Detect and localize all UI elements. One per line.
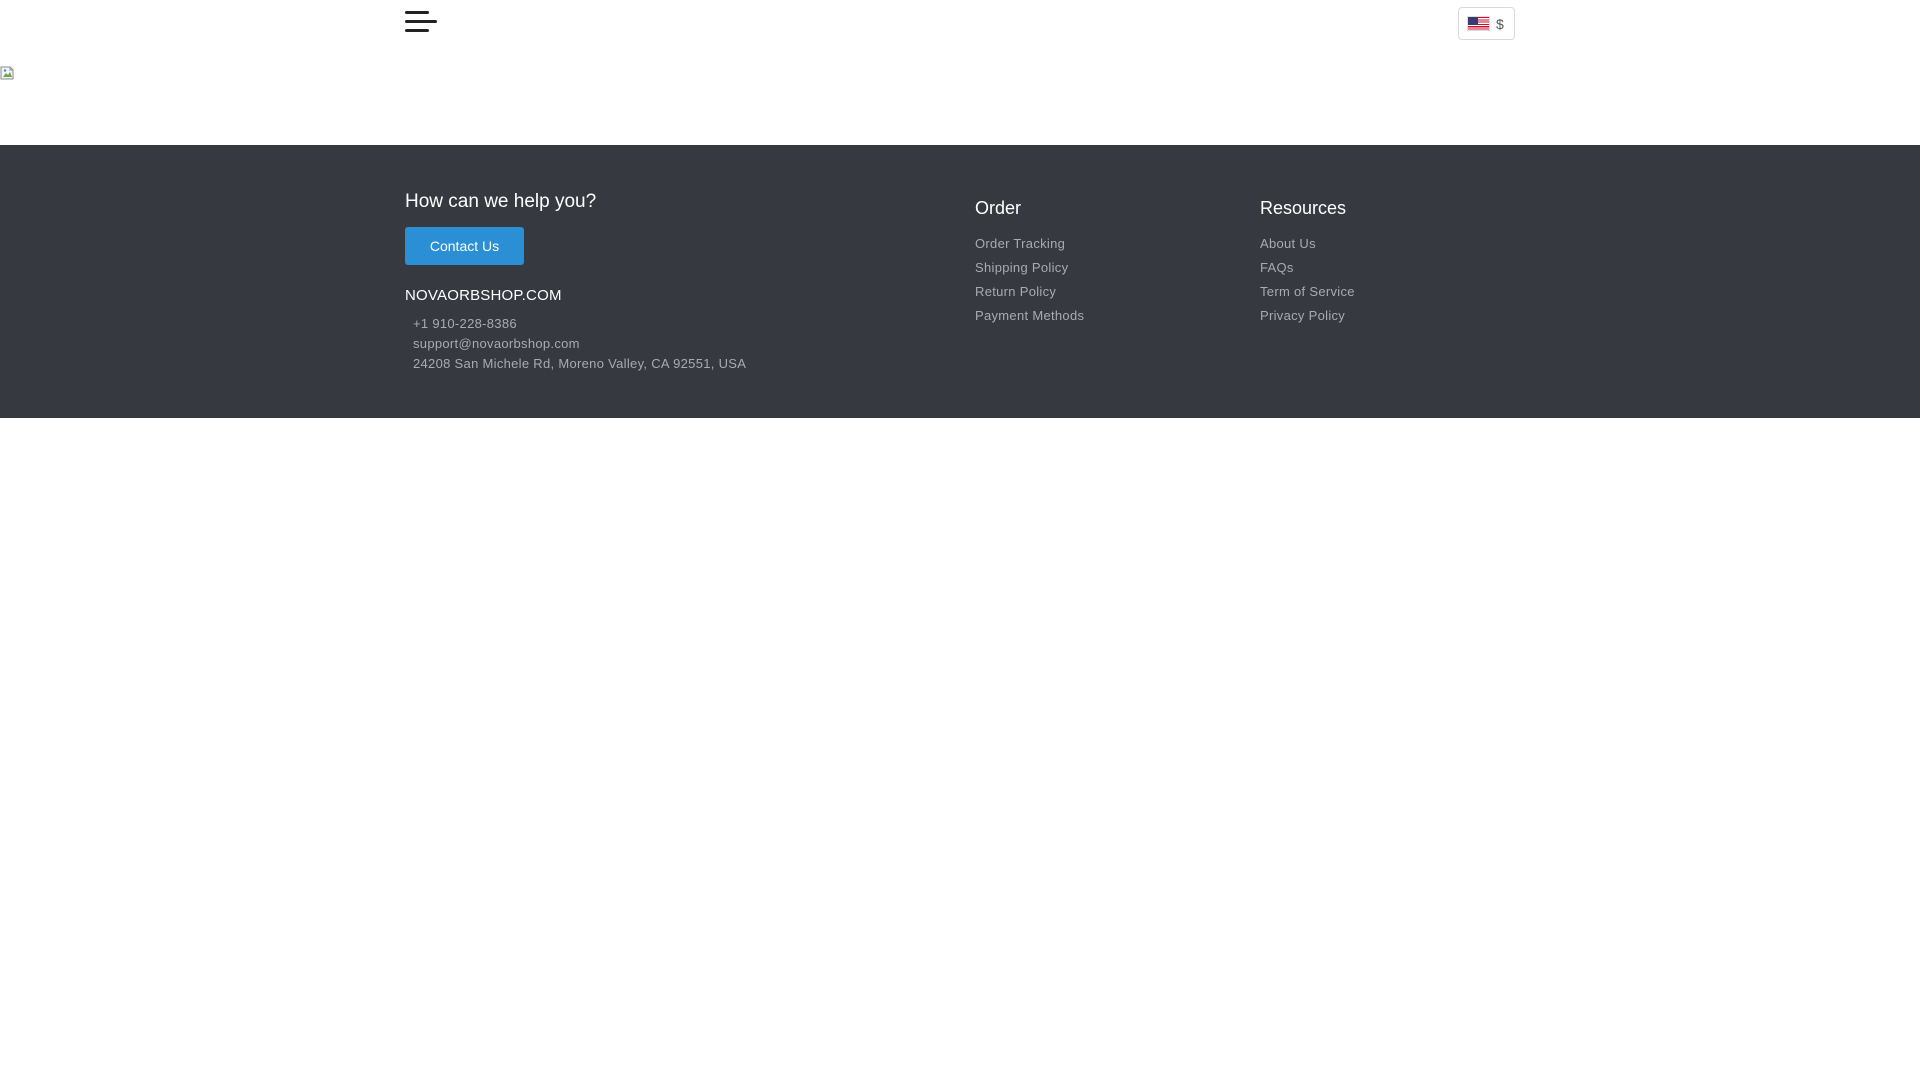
link-payment-methods[interactable]: Payment Methods [975,304,1084,328]
contact-us-button[interactable]: Contact Us [405,227,524,265]
link-shipping-policy[interactable]: Shipping Policy [975,256,1084,280]
contact-info: +1 910-228-8386 support@novaorbshop.com … [413,314,746,374]
email-address[interactable]: support@novaorbshop.com [413,334,746,354]
link-term-of-service[interactable]: Term of Service [1260,280,1355,304]
link-about-us[interactable]: About Us [1260,232,1355,256]
us-flag-icon [1467,16,1490,31]
currency-selector[interactable]: $ [1458,7,1515,40]
broken-image-icon [0,66,16,82]
link-return-policy[interactable]: Return Policy [975,280,1084,304]
currency-symbol: $ [1496,15,1504,32]
site-header: $ [0,0,1920,48]
help-title: How can we help you? [405,191,597,212]
phone-number[interactable]: +1 910-228-8386 [413,314,746,334]
order-column: Order Order Tracking Shipping Policy Ret… [975,198,1084,328]
resources-title: Resources [1260,198,1347,218]
site-footer: How can we help you? Contact Us NOVAORBS… [0,145,1920,418]
brand-name: NOVAORBSHOP.COM [405,287,562,304]
link-faqs[interactable]: FAQs [1260,256,1355,280]
resources-column: Resources About Us FAQs Term of Service … [1260,198,1355,328]
link-order-tracking[interactable]: Order Tracking [975,232,1084,256]
link-privacy-policy[interactable]: Privacy Policy [1260,304,1355,328]
street-address: 24208 San Michele Rd, Moreno Valley, CA … [413,356,747,371]
order-title: Order [975,198,1022,218]
hamburger-menu-icon[interactable] [404,10,438,38]
